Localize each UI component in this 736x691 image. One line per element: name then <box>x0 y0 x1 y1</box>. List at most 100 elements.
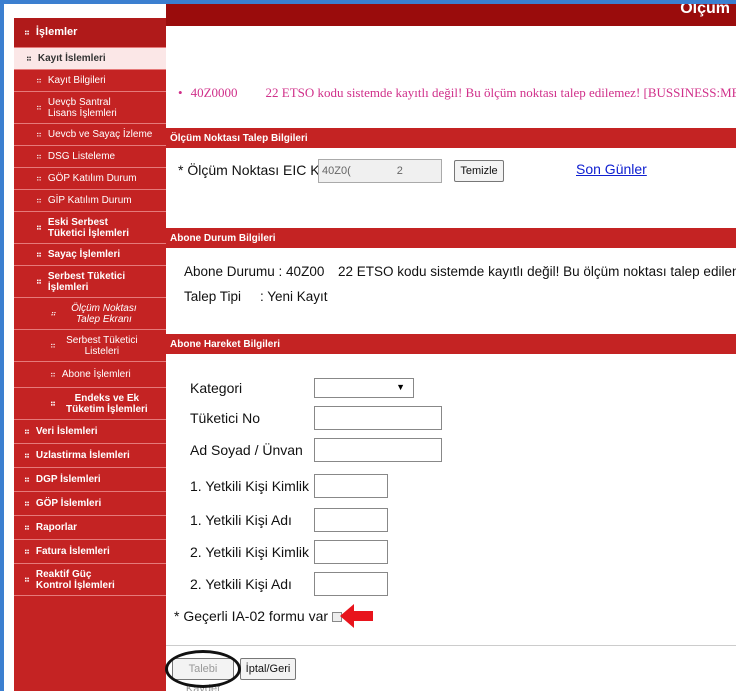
sidebar-item-santral-lisans[interactable]: ⠶ Uevçb Santral Lisans İşlemleri <box>14 92 166 124</box>
sidebar-item-label: Endeks ve Ek Tüketim İşlemleri <box>66 392 148 415</box>
bullet-icon: ⠶ <box>50 399 56 408</box>
sidebar-item-kayit-islemleri[interactable]: ⠶ Kayıt İslemleri <box>14 48 166 70</box>
sidebar-item-fatura[interactable]: ⠶ Fatura İslemleri <box>14 540 166 564</box>
eic-code-input[interactable]: 40Z0(2 <box>318 159 442 183</box>
bullet-icon: ⠶ <box>24 475 30 484</box>
ad-soyad-input[interactable] <box>314 438 442 462</box>
bullet-icon: ⠶ <box>36 196 42 205</box>
sidebar-item-label: Kayıt İslemleri <box>37 53 106 64</box>
sidebar-item-label: Kayıt Bilgileri <box>47 75 106 86</box>
sidebar-item-label: Eski Serbest Tüketici İşlemleri <box>47 216 130 239</box>
sidebar-item-sayac-islemleri[interactable]: ⠶ Sayaç İşlemleri <box>14 244 166 266</box>
sidebar-item-reaktif[interactable]: ⠶ Reaktif Güç Kontrol İşlemleri <box>14 564 166 596</box>
bullet-icon: ⠶ <box>36 76 42 85</box>
sidebar-item-label: Serbest Tüketici İşlemleri <box>47 270 126 293</box>
page-title: Ölçüm <box>680 4 730 17</box>
bullet-icon: ⠶ <box>24 427 30 436</box>
tuketici-no-input[interactable] <box>314 406 442 430</box>
eic-code-label: * Ölçüm Noktası EIC Kod <box>178 162 336 178</box>
bullet-icon: ⠶ <box>24 523 30 532</box>
sidebar-item-label: Serbest Tüketici Listeleri <box>66 334 138 357</box>
sidebar-item-gip-katilim[interactable]: ⠶ GİP Katılım Durum <box>14 190 166 212</box>
error-message-panel: • 40Z0000 22 ETSO kodu sistemde kayıtlı de… <box>166 59 736 109</box>
section-header-abone-hareket: Abone Hareket Bilgileri <box>166 334 736 354</box>
sidebar-item-raporlar[interactable]: ⠶ Raporlar <box>14 516 166 540</box>
eic-section: * Ölçüm Noktası EIC Kod 40Z0(2 Temizle S… <box>166 148 736 228</box>
cancel-button[interactable]: İptal/Geri <box>240 658 296 680</box>
error-text: 22 ETSO kodu sistemde kayıtlı değil! Bu … <box>265 85 736 100</box>
kategori-select[interactable]: ▼ <box>314 378 414 398</box>
sidebar-item-label: Fatura İslemleri <box>35 546 110 557</box>
yetkili1-kimlik-row: 1. Yetkili Kişi Kimlik No <box>188 474 728 498</box>
sidebar-item-serbest-tuketici[interactable]: ⠶ Serbest Tüketici İşlemleri <box>14 266 166 298</box>
last-days-link[interactable]: Son Günler <box>576 161 647 177</box>
error-message: • 40Z0000 22 ETSO kodu sistemde kayıtlı de… <box>178 85 736 101</box>
sidebar-item-label: GİP Katılım Durum <box>47 195 132 206</box>
ia02-label: * Geçerli IA-02 formu var <box>174 608 343 624</box>
bullet-icon: ⠶ <box>36 174 42 183</box>
ad-soyad-label: Ad Soyad / Ünvan <box>190 442 303 458</box>
request-type-label: Talep Tipi <box>184 289 242 304</box>
yetkili2-kimlik-row: 2. Yetkili Kişi Kimlik No <box>188 540 728 564</box>
yetkili2-kimlik-label: 2. Yetkili Kişi Kimlik No <box>190 544 331 560</box>
bullet-icon: ⠶ <box>36 152 42 161</box>
abone-status-label: Abone Durumu : 40Z00 <box>184 264 325 279</box>
sidebar-item-islemler[interactable]: ⠶ İşlemler <box>14 18 166 48</box>
sidebar-item-label: Ölçüm Noktası Talep Ekranı <box>71 302 137 325</box>
bullet-icon: ⠶ <box>50 370 56 379</box>
bullet-icon: ⠶ <box>36 277 42 286</box>
bullet-icon: ⠶ <box>24 547 30 556</box>
sidebar-item-label: Uevçb Santral Lisans İşlemleri <box>47 96 117 119</box>
tuketici-no-row: Tüketici No <box>188 406 728 430</box>
sidebar: ⠶ İşlemler ⠶ Kayıt İslemleri ⠶ Kayıt Bilgil… <box>14 18 166 691</box>
yetkili2-adi-row: 2. Yetkili Kişi Adı <box>188 572 728 596</box>
sidebar-item-olcum-noktasi-talep[interactable]: ⠶ Ölçüm Noktası Talep Ekranı <box>14 298 166 330</box>
sidebar-item-gop-katilim[interactable]: ⠶ GÖP Katılım Durum <box>14 168 166 190</box>
bullet-icon: ⠶ <box>36 250 42 259</box>
sidebar-item-dsg-listeleme[interactable]: ⠶ DSG Listeleme <box>14 146 166 168</box>
sidebar-item-label: DSG Listeleme <box>47 151 116 162</box>
yetkili2-kimlik-input[interactable] <box>314 540 388 564</box>
sidebar-item-eski-serbest[interactable]: ⠶ Eski Serbest Tüketici İşlemleri <box>14 212 166 244</box>
sidebar-item-serbest-listeleri[interactable]: ⠶ Serbest Tüketici Listeleri <box>14 330 166 362</box>
sidebar-item-veri[interactable]: ⠶ Veri İslemleri <box>14 420 166 444</box>
chevron-down-icon: ▼ <box>396 382 405 392</box>
sidebar-item-label: Uzlastirma İslemleri <box>35 450 130 461</box>
clear-button[interactable]: Temizle <box>454 160 504 182</box>
yetkili2-adi-label: 2. Yetkili Kişi Adı <box>190 576 292 592</box>
action-bar: Talebi Kaydet İptal/Geri <box>165 645 736 691</box>
bullet: • <box>178 85 183 100</box>
kategori-label: Kategori <box>190 380 243 396</box>
sidebar-item-uzlastirma[interactable]: ⠶ Uzlastirma İslemleri <box>14 444 166 468</box>
sidebar-item-label: Reaktif Güç Kontrol İşlemleri <box>35 568 115 591</box>
yetkili2-adi-input[interactable] <box>314 572 388 596</box>
bullet-icon: ⠶ <box>24 451 30 460</box>
request-type-value: : Yeni Kayıt <box>260 289 328 304</box>
sidebar-item-label: İşlemler <box>35 26 78 38</box>
sidebar-item-dgp[interactable]: ⠶ DGP İslemleri <box>14 468 166 492</box>
sidebar-item-sayac-izleme[interactable]: ⠶ Uevcb ve Sayaç İzleme <box>14 124 166 146</box>
yetkili1-adi-label: 1. Yetkili Kişi Adı <box>190 512 292 528</box>
bullet-icon: ⠶ <box>50 309 56 318</box>
section-header-eic: Ölçüm Noktası Talep Bilgileri <box>166 128 736 148</box>
bullet-icon: ⠶ <box>26 54 32 63</box>
sidebar-item-label: GÖP Katılım Durum <box>47 173 137 184</box>
sidebar-item-kayit-bilgileri[interactable]: ⠶ Kayıt Bilgileri <box>14 70 166 92</box>
abone-durum-section: Abone Durumu : 40Z00 22 ETSO kodu sistem… <box>166 248 736 334</box>
yetkili1-kimlik-label: 1. Yetkili Kişi Kimlik No <box>190 478 331 494</box>
yetkili1-adi-input[interactable] <box>314 508 388 532</box>
bullet-icon: ⠶ <box>24 575 30 584</box>
sidebar-item-abone-islemleri[interactable]: ⠶ Abone İşlemleri <box>14 362 166 388</box>
kategori-row: Kategori ▼ <box>188 376 728 400</box>
red-arrow-icon <box>340 604 373 628</box>
bullet-icon: ⠶ <box>24 28 30 37</box>
abone-status-text: 22 ETSO kodu sistemde kayıtlı değil! Bu … <box>338 264 736 279</box>
sidebar-item-endeks[interactable]: ⠶ Endeks ve Ek Tüketim İşlemleri <box>14 388 166 420</box>
eic-value-left: 40Z0( <box>322 165 351 177</box>
sidebar-item-gop[interactable]: ⠶ GÖP İslemleri <box>14 492 166 516</box>
error-code: 40Z0000 <box>190 85 238 100</box>
top-header-bar: Ölçüm <box>166 4 736 26</box>
yetkili1-kimlik-input[interactable] <box>314 474 388 498</box>
ia02-row: * Geçerli IA-02 formu var <box>174 604 714 628</box>
bullet-icon: ⠶ <box>36 223 42 232</box>
